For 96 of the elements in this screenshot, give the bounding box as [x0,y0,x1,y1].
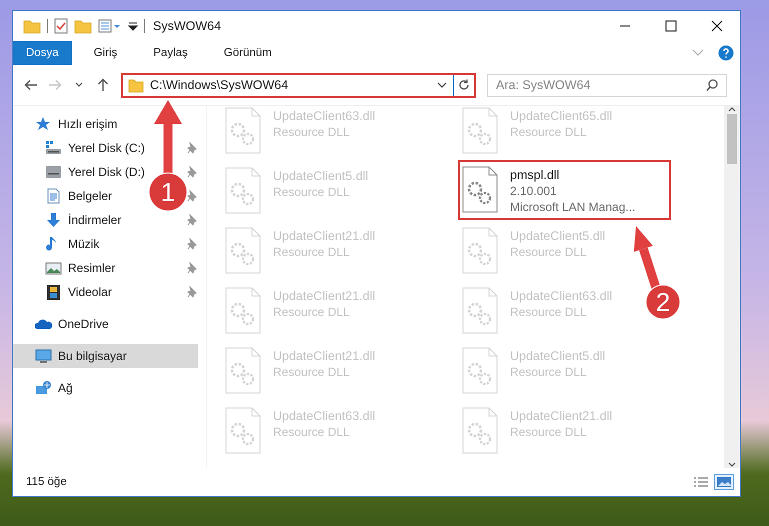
ribbon-tab[interactable]: Giriş [80,41,132,65]
file-name: UpdateClient63.dll [510,289,612,303]
file-detail: Microsoft LAN Manag... [510,200,636,214]
item-count: 115 öğe [26,476,67,488]
gear-file-icon [462,407,498,454]
monitor-icon [35,348,52,364]
file-name: UpdateClient63.dll [273,109,376,123]
gear-file-icon [225,407,261,454]
file-name: UpdateClient21.dll [273,349,376,363]
sidebar-item[interactable]: Yerel Disk (C:) [13,136,151,160]
file-detail: Resource DLL [273,125,351,139]
gear-file-icon [225,287,261,334]
sidebar-item[interactable]: Videolar [13,280,118,304]
search-field[interactable]: Ara: SysWOW64 [487,74,727,96]
file-detail: Resource DLL [510,305,588,319]
sidebar-item[interactable]: Yerel Disk (D:) [13,160,151,184]
gear-file-icon [225,107,261,154]
file-detail: Resource DLL [273,305,351,319]
sidebar-item[interactable]: Hızlı erişim [13,112,124,136]
address-path: C:\Windows\SysWOW64 [150,78,290,92]
gear-file-icon [462,166,498,213]
address-bar[interactable]: C:\Windows\SysWOW64 [121,72,476,98]
file-name: UpdateClient21.dll [273,229,376,243]
gear-file-icon [225,167,261,214]
file-detail: Resource DLL [510,245,588,259]
drive-icon [45,164,62,180]
sidebar-item[interactable]: Resimler [13,256,122,280]
gear-file-icon [462,107,498,154]
sidebar-item[interactable]: Belgeler [13,184,118,208]
details-view-icon [692,476,708,488]
file-detail: Resource DLL [273,365,351,379]
ribbon-tab[interactable]: Görünüm [210,41,286,65]
document-icon [45,188,62,204]
checklist-icon[interactable] [54,18,68,34]
pin-star-icon [35,116,52,132]
sidebar-item[interactable]: Bu bilgisayar [13,344,198,368]
sidebar-item[interactable]: Müzik [13,232,106,256]
gear-file-icon [462,227,498,274]
file-detail: Resource DLL [273,425,351,439]
sidebar-item[interactable]: OneDrive [13,312,115,336]
file-detail: Resource DLL [273,245,351,259]
scroll-up-icon [728,106,736,112]
callout-arrow [634,226,660,290]
gear-file-icon [462,347,498,394]
scroll-down-icon [728,462,736,468]
callout-badge [646,284,680,320]
help-icon[interactable] [718,45,734,61]
film-icon [45,284,62,300]
callout-badge [148,172,188,212]
file-detail: Resource DLL [510,425,588,439]
gear-file-icon [225,347,261,394]
file-detail: Resource DLL [510,125,588,139]
folder-icon [128,78,144,92]
close-icon [711,20,723,32]
chevron-down-icon [75,82,83,88]
network-icon [35,380,52,396]
up-arrow-icon [97,78,109,92]
ribbon-tab[interactable]: Paylaş [139,41,202,65]
sidebar-item[interactable]: Ağ [13,376,79,400]
folder-icon [23,18,41,34]
back-arrow-icon [24,79,38,91]
dropdown-chevron-icon[interactable] [437,82,447,88]
search-placeholder: Ara: SysWOW64 [496,78,590,92]
scrollbar[interactable] [724,106,740,468]
callout-number: 2 [656,287,670,317]
file-name: UpdateClient21.dll [273,289,376,303]
file-detail: Resource DLL [510,365,588,379]
dropdown-caret-icon[interactable] [128,20,138,32]
view-button[interactable] [714,474,734,490]
picture-icon [45,260,62,276]
gear-file-icon [225,227,261,274]
ribbon-tab[interactable]: Dosya [13,41,72,65]
file-name: UpdateClient65.dll [510,109,612,123]
gear-file-icon [462,287,498,334]
file-name: UpdateClient63.dll [273,409,376,423]
drive-icon [45,140,62,156]
file-name: UpdateClient21.dll [510,409,612,423]
scrollbar-thumb[interactable] [727,114,737,164]
file-name: UpdateClient5.dll [273,169,368,183]
properties-icon[interactable] [98,18,122,34]
file-name: UpdateClient5.dll [510,229,606,243]
callout-number: 1 [160,177,176,207]
forward-arrow-icon [48,79,62,91]
file-name: pmspl.dll [510,168,560,182]
maximize-icon [665,20,677,32]
large-icons-view-icon [716,476,732,488]
search-icon [706,79,718,91]
file-detail: Resource DLL [273,185,351,199]
file-item[interactable]: pmspl.dll 2.10.001 Microsoft LAN Manag... [458,160,672,220]
refresh-icon[interactable] [458,79,470,91]
file-name: UpdateClient5.dll [510,349,606,363]
window-title: SysWOW64 [153,19,222,33]
download-arrow-icon [45,212,62,228]
file-detail: 2.10.001 [510,184,558,198]
expand-chevron-icon[interactable] [692,49,704,57]
sidebar-item[interactable]: İndirmeler [13,208,128,232]
